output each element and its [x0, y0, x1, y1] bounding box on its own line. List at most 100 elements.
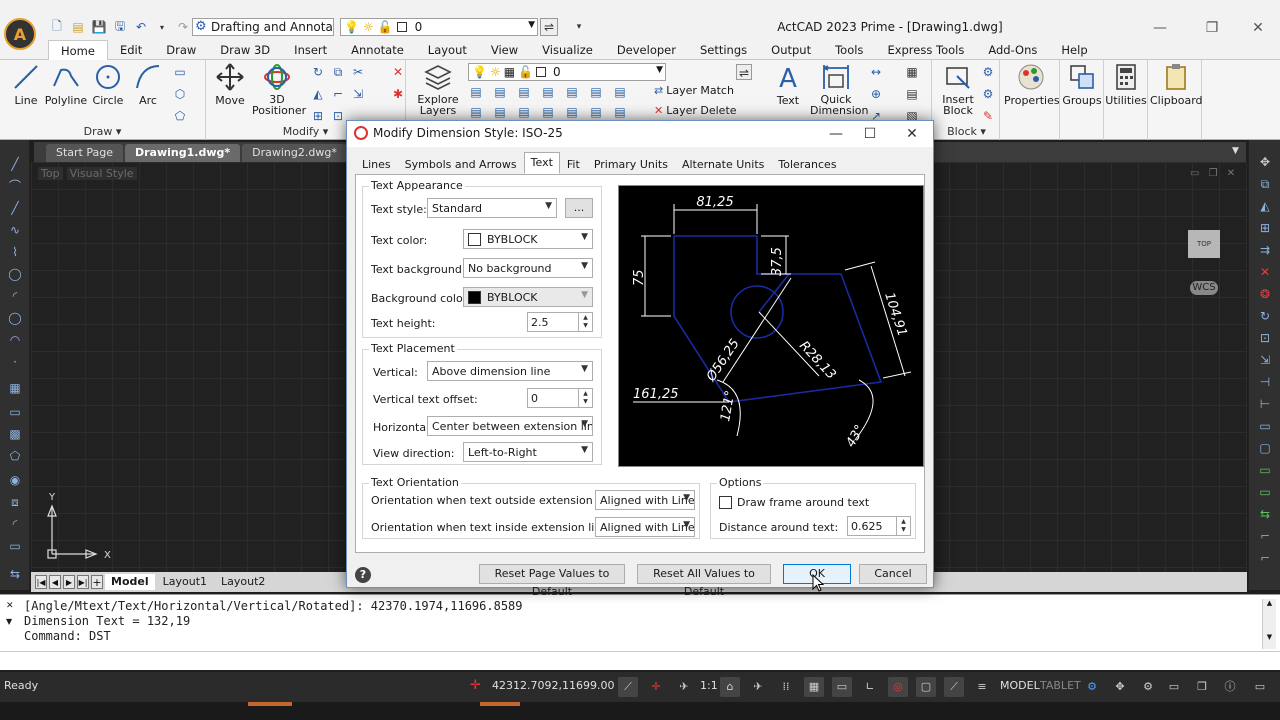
text-background-select[interactable]: No background ▼	[463, 258, 593, 278]
scroll-up-icon[interactable]: ▲	[1263, 599, 1276, 607]
mirror-icon[interactable]: ◭	[310, 86, 326, 102]
block-attribute-icon[interactable]: ✎	[980, 108, 996, 124]
view-direction-select[interactable]: Left-to-Right ▼	[463, 442, 593, 462]
draw-tool-icon[interactable]: ·	[7, 354, 23, 370]
modify-tool-icon[interactable]: ◭	[1257, 198, 1273, 214]
hatch-icon[interactable]: ⬡	[172, 86, 188, 102]
line-button[interactable]: Line	[4, 62, 48, 107]
draw-tool-icon[interactable]: ╱	[7, 200, 23, 216]
otrack-icon[interactable]: ▢	[916, 677, 936, 697]
viewport-close-icon[interactable]: ✕	[1227, 168, 1235, 179]
utilities-button[interactable]: Utilities	[1104, 62, 1148, 107]
layer-tool-icon[interactable]: ▤	[540, 104, 556, 120]
vertical-offset-spinner[interactable]: 0 ▲ ▼	[527, 388, 593, 408]
explore-layers-button[interactable]: Explore Layers	[416, 62, 460, 116]
erase-icon[interactable]: ✕	[1257, 264, 1273, 280]
tab-settings[interactable]: Settings	[688, 40, 759, 60]
clipboard-button[interactable]: Clipboard	[1150, 62, 1203, 107]
layer-tool-icon[interactable]: ▤	[564, 84, 580, 100]
draw-tool-icon[interactable]: ◠	[7, 332, 23, 348]
layer-tool-icon[interactable]: ▤	[468, 84, 484, 100]
window-icon[interactable]: ❐	[1192, 677, 1212, 697]
modify-tool-icon[interactable]: ⊣	[1257, 374, 1273, 390]
command-close-icon[interactable]: ✕	[6, 601, 14, 611]
tab-model[interactable]: Model	[105, 574, 155, 590]
layer-delete-button[interactable]: ✕ Layer Delete	[654, 104, 737, 117]
polygon-icon[interactable]: ⬠	[172, 108, 188, 124]
vertical-placement-select[interactable]: Above dimension line ▼	[427, 361, 593, 381]
viewport-restore-icon[interactable]: ❐	[1209, 168, 1218, 179]
array-icon[interactable]: ⊞	[310, 108, 326, 124]
modify-tool-icon[interactable]: ↻	[1257, 308, 1273, 324]
background-color-select[interactable]: BYBLOCK ▼	[463, 287, 593, 307]
annotation-visibility-icon[interactable]: ⌂	[720, 677, 740, 697]
tab-drawing1[interactable]: Drawing1.dwg*	[125, 144, 241, 162]
trim-icon[interactable]: ✂	[350, 64, 366, 80]
modify-tool-icon[interactable]: ⇉	[1257, 242, 1273, 258]
layer-tool-icon[interactable]: ▤	[492, 84, 508, 100]
reset-all-values-button[interactable]: Reset All Values to Default	[637, 564, 771, 598]
next-layout-icon[interactable]: ▶	[63, 575, 75, 589]
insert-block-button[interactable]: Insert Block	[936, 62, 980, 116]
tab-lines[interactable]: Lines	[355, 154, 398, 174]
draw-tool-icon[interactable]: ╱	[7, 156, 23, 172]
layer-tool-icon[interactable]: ▤	[468, 104, 484, 120]
qat-customize-icon[interactable]: ▾	[570, 18, 588, 36]
tab-primary-units[interactable]: Primary Units	[587, 154, 675, 174]
table-icon[interactable]: ▦	[904, 64, 920, 80]
layer-tool-icon[interactable]: ▤	[516, 104, 532, 120]
3d-positioner-button[interactable]: 3D Positioner	[252, 62, 306, 116]
draw-tool-icon[interactable]: ⬠	[7, 448, 23, 464]
draw-tool-icon[interactable]: ▦	[7, 380, 23, 396]
undo-icon[interactable]: ↶	[132, 18, 150, 36]
new-icon[interactable]: 🗋	[48, 18, 66, 36]
create-block-icon[interactable]: ⚙	[980, 64, 996, 80]
dialog-maximize-button[interactable]: ☐	[855, 124, 885, 144]
tab-home[interactable]: Home	[48, 39, 108, 60]
close-button[interactable]: ✕	[1238, 18, 1278, 38]
command-scrollbar[interactable]: ▲ ▼	[1262, 599, 1276, 649]
add-layout-icon[interactable]: +	[91, 575, 103, 589]
viewcube[interactable]: TOP	[1188, 230, 1220, 258]
tab-draw-3d[interactable]: Draw 3D	[208, 40, 282, 60]
horizontal-placement-select[interactable]: Center between extension lines ▼	[427, 416, 593, 436]
app-logo-icon[interactable]: A	[4, 18, 36, 50]
crosshair-icon[interactable]: ✛	[470, 678, 481, 693]
undo-dropdown-icon[interactable]: ▾	[153, 18, 171, 36]
minimize-button[interactable]: —	[1140, 18, 1180, 38]
tab-tools[interactable]: Tools	[823, 40, 875, 60]
save-as-icon[interactable]: 🖫	[111, 18, 129, 36]
move-button[interactable]: Move	[208, 62, 252, 107]
wcs-indicator[interactable]: WCS	[1190, 281, 1218, 295]
spinner-arrows-icon[interactable]: ▲ ▼	[578, 313, 592, 331]
model-toggle[interactable]: MODEL	[1000, 679, 1040, 692]
grid-icon[interactable]: ▦	[804, 677, 824, 697]
edit-block-icon[interactable]: ⚙	[980, 86, 996, 102]
tab-add-ons[interactable]: Add-Ons	[976, 40, 1049, 60]
settings-icon[interactable]: ⚙	[1082, 677, 1102, 697]
layer-match-qat-icon[interactable]: ⇌	[540, 18, 558, 36]
draw-tool-icon[interactable]: ∿	[7, 222, 23, 238]
command-line[interactable]: ✕ ▼ [Angle/Mtext/Text/Horizontal/Vertica…	[0, 594, 1280, 670]
auto-scale-icon[interactable]: ✈	[748, 677, 768, 697]
snap-icon[interactable]: ⟋	[618, 677, 638, 697]
dialog-minimize-button[interactable]: —	[821, 124, 851, 144]
modify-tool-icon[interactable]: ✥	[1257, 154, 1273, 170]
quick-dimension-button[interactable]: Quick Dimension	[810, 62, 868, 116]
copy-icon[interactable]: ⧉	[330, 64, 346, 80]
stretch-icon[interactable]: ⇲	[350, 86, 366, 102]
viewport-label[interactable]: Top Visual Style	[38, 167, 141, 180]
prev-layout-icon[interactable]: ◀	[49, 575, 61, 589]
properties-button[interactable]: Properties	[1004, 62, 1060, 107]
draw-tool-icon[interactable]: ◯	[7, 310, 23, 326]
modify-tool-icon[interactable]: ⌐	[1257, 528, 1273, 544]
modify-tool-icon[interactable]: ⊢	[1257, 396, 1273, 412]
last-layout-icon[interactable]: ▶|	[77, 575, 89, 589]
tab-output[interactable]: Output	[759, 40, 823, 60]
draw-tool-icon[interactable]: ▭	[7, 538, 23, 554]
draw-tool-icon[interactable]: ◜	[7, 516, 23, 532]
draw-tool-icon[interactable]: ⧈	[7, 494, 23, 510]
clean-screen-icon[interactable]: ▭	[1250, 677, 1270, 697]
outside-orientation-select[interactable]: Aligned with Line ▼	[595, 490, 695, 510]
draw-tool-icon[interactable]: ▩	[7, 426, 23, 442]
